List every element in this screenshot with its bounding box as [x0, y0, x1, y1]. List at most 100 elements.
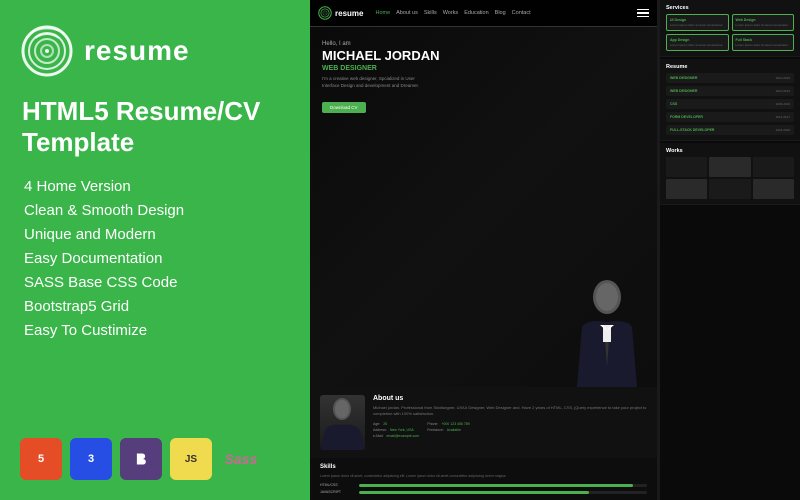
- preview-about-section: About us Michael jordan. Professional fr…: [310, 387, 657, 458]
- hero-hello: Hello, I am: [322, 41, 440, 47]
- preview-side-panel: Services UI Design Lorem ipsum dolor sit…: [660, 0, 800, 500]
- side-services-section: Services UI Design Lorem ipsum dolor sit…: [660, 0, 800, 57]
- nav-link-education[interactable]: Education: [464, 10, 488, 16]
- brand-area: resume: [20, 24, 290, 78]
- preview-nav: resume Home About us Skills Works Educat…: [310, 0, 657, 27]
- detail-phone-label: Phone:: [427, 422, 438, 426]
- detail-age-label: Age:: [373, 422, 380, 426]
- nav-hamburger-icon[interactable]: [637, 9, 649, 18]
- service-2-text: Lorem ipsum dolor sit amet consectetur.: [736, 23, 791, 27]
- about-photo-inner: [320, 395, 365, 450]
- js-badge: JS: [170, 438, 212, 480]
- feature-item-1: 4 Home Version: [20, 178, 290, 195]
- preview-hero: Hello, I am MICHAEL JORDAN WEB DESIGNER …: [310, 27, 657, 387]
- bootstrap-icon: [130, 448, 152, 470]
- hero-person-image: [567, 277, 647, 387]
- service-card-1: UI Design Lorem ipsum dolor sit amet con…: [666, 14, 729, 31]
- preview-nav-brand: resume: [335, 9, 363, 18]
- services-grid: UI Design Lorem ipsum dolor sit amet con…: [666, 14, 794, 51]
- work-thumb-3: [753, 157, 794, 177]
- brand-name: resume: [84, 35, 190, 67]
- preview-skills-section: Skills Lorem ipsum dolor sit amet, conse…: [310, 458, 657, 500]
- resume-3-year: 2006-2010: [776, 102, 790, 106]
- hero-download-btn[interactable]: Download CV: [322, 102, 366, 113]
- work-thumb-6: [753, 179, 794, 199]
- work-thumb-4: [666, 179, 707, 199]
- skill-js-label: JAVASCRIPT: [320, 490, 355, 494]
- hero-desc: I'm a creative web designer, Spcialized …: [322, 76, 432, 90]
- skill-html-fill: [359, 484, 633, 487]
- detail-address: Address: New York, USA: [373, 428, 419, 432]
- skill-js-fill: [359, 491, 589, 494]
- skills-title: Skills: [320, 464, 647, 470]
- preview-nav-links[interactable]: Home About us Skills Works Education Blo…: [375, 10, 530, 16]
- hamburger-line-2: [637, 12, 649, 14]
- nav-link-about[interactable]: About us: [396, 10, 418, 16]
- detail-col-right: Phone: +000 123 456 789 Freelance: Avail…: [427, 422, 469, 438]
- skill-bars-container: HTML/CSS JAVASCRIPT: [320, 483, 647, 494]
- detail-address-value: New York, USA: [390, 428, 414, 432]
- side-works-section: Works: [660, 143, 800, 205]
- side-resume-section: Resume WEB DESIGNER 2010-2015 WEB DESIGN…: [660, 59, 800, 141]
- nav-link-contact[interactable]: Contact: [512, 10, 531, 16]
- left-panel: resume HTML5 Resume/CV Template 4 Home V…: [0, 0, 310, 500]
- resume-title: Resume: [666, 64, 794, 70]
- detail-age-value: 25: [383, 422, 387, 426]
- works-grid: [666, 157, 794, 199]
- nav-link-blog[interactable]: Blog: [495, 10, 506, 16]
- detail-phone: Phone: +000 123 456 789: [427, 422, 469, 426]
- detail-freelance: Freelance: Available: [427, 428, 469, 432]
- about-details: Age: 25 Address: New York, USA e-Mail: e…: [373, 422, 647, 438]
- nav-link-works[interactable]: Works: [443, 10, 458, 16]
- hamburger-line-3: [637, 16, 649, 18]
- sass-label: Sass: [225, 451, 258, 467]
- hero-text: Hello, I am MICHAEL JORDAN WEB DESIGNER …: [322, 41, 440, 114]
- detail-age: Age: 25: [373, 422, 419, 426]
- detail-freelance-value: Available: [447, 428, 461, 432]
- nav-link-skills[interactable]: Skills: [424, 10, 437, 16]
- feature-item-6: Bootstrap5 Grid: [20, 298, 290, 315]
- service-2-title: Web Design: [736, 18, 791, 22]
- resume-5-year: 2018-2020: [776, 128, 790, 132]
- resume-2-year: 2010-2014: [776, 89, 790, 93]
- skill-js-track: [359, 491, 647, 494]
- service-card-2: Web Design Lorem ipsum dolor sit amet co…: [732, 14, 795, 31]
- fingerprint-logo-icon: [20, 24, 74, 78]
- resume-1-year: 2010-2015: [776, 76, 790, 80]
- resume-5-title: FULL-STACK DEVELOPER: [670, 128, 714, 132]
- feature-item-7: Easy To Custimize: [20, 322, 290, 339]
- bootstrap-badge: [120, 438, 162, 480]
- nav-link-home[interactable]: Home: [375, 10, 390, 16]
- about-description: Michael jordan. Professional from Sindis…: [373, 405, 647, 418]
- feature-item-2: Clean & Smooth Design: [20, 202, 290, 219]
- service-1-text: Lorem ipsum dolor sit amet consectetur.: [670, 23, 725, 27]
- skill-bar-html: HTML/CSS: [320, 483, 647, 487]
- detail-freelance-label: Freelance:: [427, 428, 444, 432]
- right-panel: resume Home About us Skills Works Educat…: [310, 0, 800, 500]
- hamburger-line-1: [637, 9, 649, 11]
- html5-badge: 5: [20, 438, 62, 480]
- service-3-text: Lorem ipsum dolor sit amet consectetur.: [670, 43, 725, 47]
- resume-4-year: 2014-2017: [776, 115, 790, 119]
- work-thumb-2: [709, 157, 750, 177]
- resume-2-title: WEB DESIGNER: [670, 89, 697, 93]
- detail-email-label: e-Mail:: [373, 434, 384, 438]
- preview-nav-logo: resume: [318, 6, 363, 20]
- work-thumb-1: [666, 157, 707, 177]
- service-4-text: Lorem ipsum dolor sit amet consectetur.: [736, 43, 791, 47]
- detail-col-left: Age: 25 Address: New York, USA e-Mail: e…: [373, 422, 419, 438]
- resume-item-2: WEB DESIGNER 2010-2014: [666, 86, 794, 96]
- preview-logo-icon: [318, 6, 332, 20]
- about-photo: [320, 395, 365, 450]
- js-label: JS: [185, 454, 197, 465]
- detail-phone-value: +000 123 456 789: [441, 422, 469, 426]
- feature-item-4: Easy Documentation: [20, 250, 290, 267]
- about-person-svg: [320, 395, 365, 450]
- service-card-3: App Design Lorem ipsum dolor sit amet co…: [666, 34, 729, 51]
- about-content: About us Michael jordan. Professional fr…: [373, 395, 647, 438]
- preview-main: resume Home About us Skills Works Educat…: [310, 0, 657, 500]
- feature-item-5: SASS Base CSS Code: [20, 274, 290, 291]
- hero-role: WEB DESIGNER: [322, 65, 440, 72]
- sass-badge: Sass: [220, 438, 262, 480]
- resume-item-3: CSS 2006-2010: [666, 99, 794, 109]
